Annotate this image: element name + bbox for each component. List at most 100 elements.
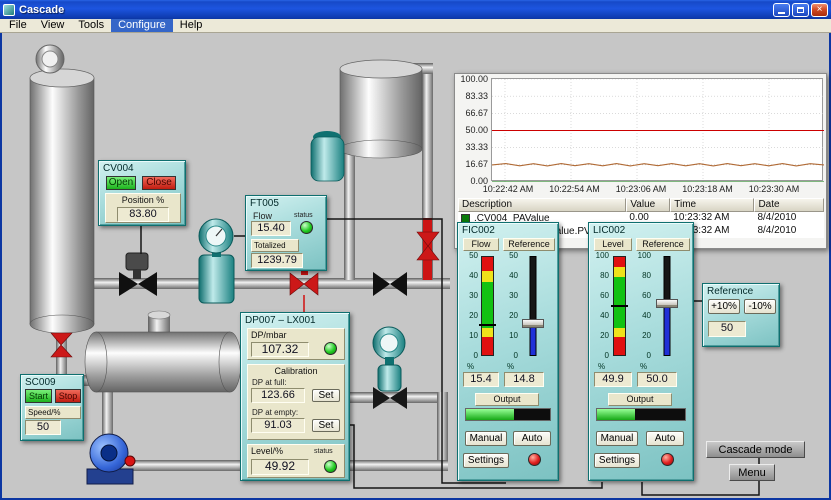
mode-light [528,453,541,466]
output-bar [465,408,551,421]
reference-header: Reference [503,238,555,251]
cascade-mode-button[interactable]: Cascade mode [706,441,805,458]
window-title: Cascade [19,4,771,16]
dp-at-empty-label: DP at empty: [252,408,298,417]
panel-title: FT005 [246,196,326,209]
gauge-scale: 504030 20100 [460,252,478,360]
menu-bar: File View Tools Configure Help [0,19,831,33]
percent-label: % [598,362,605,371]
col-value: Value [626,198,670,212]
level-box: Level/% status 49.92 [247,444,345,478]
legend-header-row: Description Value Time Date [458,198,824,212]
set-full-button[interactable]: Set [312,389,340,402]
position-value: 83.80 [117,207,169,222]
trend-plot-svg [492,79,824,182]
settings-button[interactable]: Settings [463,453,509,468]
fic002-panel: FIC002 Flow Reference 504030 20100 50403… [457,222,559,481]
slider-scale: 504030 20100 [500,252,518,360]
mode-light [661,453,674,466]
speed-label: Speed/% [25,406,81,419]
panel-title: FIC002 [458,223,558,236]
speed-value: 50 [25,420,61,435]
col-date: Date [754,198,824,212]
panel-title: CV004 [99,161,185,174]
set-empty-button[interactable]: Set [312,419,340,432]
dp-value: 107.32 [251,342,309,357]
plus-10-button[interactable]: +10% [708,299,740,314]
trend-x-axis: 10:22:42 AM10:22:54 AM 10:23:06 AM10:23:… [477,184,805,194]
slider-handle[interactable] [522,319,544,328]
dp-at-full-value: 123.66 [251,388,305,403]
stop-button[interactable]: Stop [55,389,81,403]
percent-label: % [507,362,514,371]
isolation-valve [373,272,407,296]
percent-label: % [640,362,647,371]
position-box: Position % 83.80 [105,193,181,223]
sc009-panel: SC009 Start Stop Speed/% 50 [20,374,84,441]
level-gauge [613,256,626,356]
gauge-value: 49.9 [594,372,632,387]
panel-title: DP007 – LX001 [241,313,349,326]
dp-at-full-label: DP at full: [252,378,287,387]
reference-header: Reference [636,238,690,251]
gauge-header: Flow [463,238,499,251]
dp-box: DP/mbar 107.32 [247,328,345,360]
reference-panel: Reference +10% -10% 50 [702,283,780,347]
reference-value: 50.0 [637,372,677,387]
pump-indicator [125,456,135,466]
agitator-motor [311,131,344,181]
menu-button[interactable]: Menu [729,464,775,481]
close-button[interactable]: × [811,3,828,17]
control-valve [119,253,157,296]
gauge-marker [479,324,496,326]
pump [87,434,135,484]
reference-slider[interactable] [656,256,678,356]
percent-label: % [467,362,474,371]
manual-button[interactable]: Manual [596,431,638,446]
menu-tools[interactable]: Tools [71,19,111,32]
menu-file[interactable]: File [2,19,34,32]
status-label: status [294,212,313,219]
menu-configure[interactable]: Configure [111,19,173,32]
auto-button[interactable]: Auto [646,431,684,446]
output-label: Output [475,393,539,406]
cv004-panel: CV004 Open Close Position % 83.80 [98,160,186,226]
calibration-title: Calibration [248,365,344,377]
dp-at-empty-value: 91.03 [251,418,305,433]
position-label: Position % [106,194,180,206]
manual-button[interactable]: Manual [465,431,507,446]
reference-slider[interactable] [522,256,544,356]
panel-title: LIC002 [589,223,693,236]
panel-title: Reference [703,284,779,297]
tank-left [30,45,94,333]
level-status-light [324,460,337,473]
flow-meter [199,219,234,303]
dp007-panel: DP007 – LX001 DP/mbar 107.32 Calibration… [240,312,350,481]
output-label: Output [608,393,672,406]
output-bar [596,408,686,421]
tank-top [340,60,422,158]
settings-button[interactable]: Settings [594,453,640,468]
totalized-label: Totalized [251,239,299,252]
app-window: Cascade × File View Tools Configure Help [0,0,831,500]
process-canvas: 100.0083.33 66.6750.00 33.3316.67 0.00 1… [0,33,831,500]
slider-scale: 1008060 40200 [633,252,651,360]
close-button[interactable]: Close [142,176,176,190]
panel-title: SC009 [21,375,83,388]
start-button[interactable]: Start [25,389,52,403]
auto-button[interactable]: Auto [513,431,551,446]
menu-view[interactable]: View [34,19,72,32]
slider-handle[interactable] [656,299,678,308]
gauge-scale: 1008060 40200 [591,252,609,360]
col-description: Description [458,198,626,212]
menu-help[interactable]: Help [173,19,210,32]
gauge-header: Level [594,238,632,251]
minimize-button[interactable] [773,3,790,17]
dp-status-light [324,342,337,355]
maximize-button[interactable] [792,3,809,17]
level-value: 49.92 [251,459,309,475]
title-bar: Cascade × [0,0,831,19]
open-button[interactable]: Open [106,176,136,190]
col-time: Time [670,198,754,212]
minus-10-button[interactable]: -10% [744,299,776,314]
